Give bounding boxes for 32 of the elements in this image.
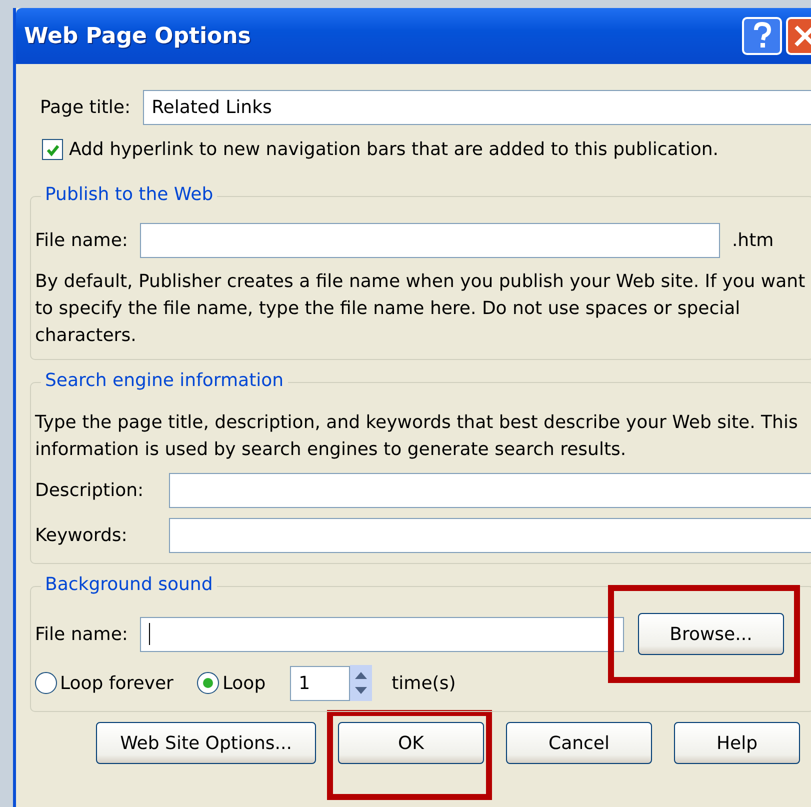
checkbox-label: Add hyperlink to new navigation bars that are added to this publication. [69,139,718,160]
dialog-button[interactable]: Help [674,722,800,764]
group-title: Search engine information [41,370,288,391]
input-field[interactable] [169,518,811,553]
checkbox[interactable] [42,139,63,160]
group-title: Background sound [41,574,217,595]
dialog-button[interactable]: Web Site Options... [96,722,316,764]
help-icon[interactable] [742,17,782,55]
times-label: time(s) [392,672,456,694]
radio-label: Loop forever [60,672,174,694]
field-label: Description: [35,480,145,501]
window-title: Web Page Options [24,24,252,48]
dialog-button[interactable]: OK [338,722,484,764]
dialog-button[interactable]: Cancel [506,722,652,764]
file-name-label: File name: [35,624,128,644]
input-field[interactable] [169,473,811,508]
radio-button[interactable] [35,672,57,694]
help-text: By default, Publisher creates a file name when you publish your Web site. If you want to specify the file name, type the file name here. Do not use spaces or special characters. [35,270,806,348]
radio-button[interactable] [197,672,220,694]
field-label: Keywords: [35,525,128,546]
extension-label: .htm [732,230,774,251]
page-title-label: Page title: [39,97,131,118]
browse-button[interactable]: Browse... [638,613,784,655]
radio-label: Loop [222,672,266,694]
file-name-label: File name: [35,230,128,251]
help-text: Type the page title, description, and keywords that best describe your Web site. This information is used by search engines to generate search results. [35,411,799,462]
loop-count-field[interactable]: 1 [290,666,350,700]
file-name-field[interactable] [140,223,720,258]
file-name-field[interactable] [140,616,624,652]
close-icon[interactable] [786,17,811,55]
page-title-field[interactable]: Related Links [142,90,811,125]
spinner-icon[interactable] [350,665,372,701]
